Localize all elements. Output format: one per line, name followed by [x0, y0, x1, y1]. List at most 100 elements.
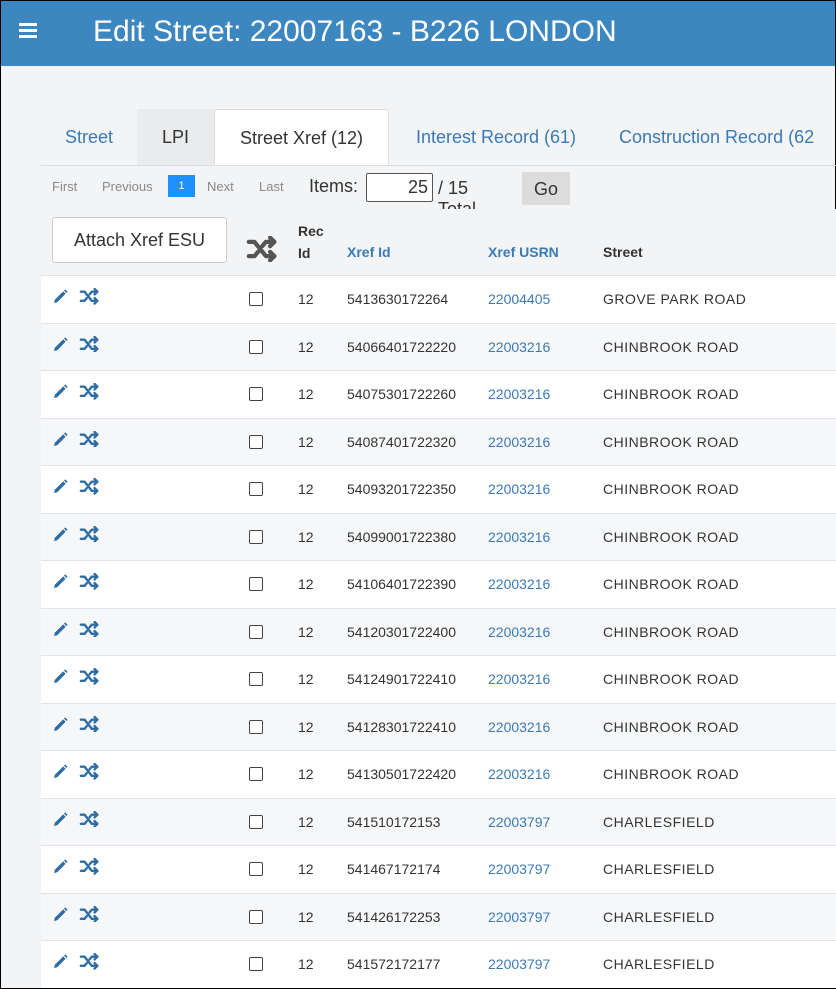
edit-pencil-icon[interactable]: [51, 478, 69, 496]
xref-usrn-link[interactable]: 22003797: [488, 846, 550, 892]
hamburger-menu-icon[interactable]: [19, 23, 39, 41]
row-checkbox[interactable]: [249, 624, 263, 639]
tab-street[interactable]: Street: [41, 109, 137, 165]
street-cell: CHARLESFIELD: [603, 813, 715, 830]
xref-id-cell: 54130501722420: [347, 766, 457, 782]
row-checkbox[interactable]: [249, 387, 263, 401]
pager-next[interactable]: Next: [207, 179, 234, 194]
row-checkbox[interactable]: [249, 719, 263, 734]
pager-last[interactable]: Last: [259, 179, 284, 194]
shuffle-icon[interactable]: [79, 667, 101, 686]
row-checkbox[interactable]: [249, 529, 263, 544]
street-cell: CHINBROOK ROAD: [603, 576, 740, 592]
shuffle-icon[interactable]: [79, 430, 101, 449]
edit-pencil-icon[interactable]: [51, 953, 69, 971]
pager-first[interactable]: First: [52, 179, 77, 194]
xref-usrn-link[interactable]: 22003216: [488, 751, 550, 797]
edit-pencil-icon[interactable]: [51, 383, 69, 401]
shuffle-icon[interactable]: [246, 236, 280, 262]
rec-id-cell: 12: [298, 481, 314, 497]
shuffle-icon[interactable]: [79, 810, 101, 829]
shuffle-icon[interactable]: [79, 857, 101, 876]
row-checkbox[interactable]: [249, 482, 263, 496]
xref-id-cell: 54124901722410: [347, 671, 457, 687]
edit-pencil-icon[interactable]: [51, 668, 69, 686]
table-row: 12 541467172174 22003797 CHARLESFIELD: [41, 845, 836, 893]
shuffle-icon[interactable]: [79, 525, 101, 544]
row-checkbox[interactable]: [249, 957, 263, 971]
row-checkbox[interactable]: [249, 862, 263, 876]
xref-id-cell: 541426172253: [347, 908, 441, 925]
shuffle-icon[interactable]: [79, 715, 101, 734]
xref-usrn-link[interactable]: 22003216: [488, 561, 550, 607]
table-row: 12 54128301722410 22003216 CHINBROOK ROAD: [41, 702, 836, 750]
rec-id-cell: 12: [298, 576, 314, 592]
shuffle-icon[interactable]: [79, 335, 101, 354]
row-checkbox[interactable]: [249, 767, 263, 781]
xref-usrn-link[interactable]: 22003797: [488, 894, 550, 940]
table-row: 12 54093201722350 22003216 CHINBROOK ROAD: [41, 465, 836, 513]
shuffle-icon[interactable]: [79, 620, 101, 639]
row-checkbox[interactable]: [249, 672, 263, 686]
tab-lpi[interactable]: LPI: [137, 109, 214, 165]
tab-construction-record[interactable]: Construction Record (62: [619, 109, 836, 165]
shuffle-icon[interactable]: [79, 762, 101, 781]
xref-usrn-link[interactable]: 22003216: [488, 514, 550, 560]
tab-street-xref[interactable]: Street Xref (12): [214, 109, 389, 165]
edit-pencil-icon[interactable]: [51, 906, 69, 924]
edit-pencil-icon[interactable]: [51, 763, 69, 781]
row-checkbox[interactable]: [249, 909, 263, 924]
col-street: Street: [603, 244, 643, 260]
xref-usrn-link[interactable]: 22003216: [488, 324, 550, 370]
xref-usrn-link[interactable]: 22003216: [488, 371, 550, 417]
row-checkbox[interactable]: [249, 814, 263, 829]
edit-pencil-icon[interactable]: [51, 811, 69, 829]
row-checkbox[interactable]: [249, 434, 263, 449]
edit-pencil-icon[interactable]: [51, 858, 69, 876]
rec-id-cell: 12: [298, 433, 314, 450]
shuffle-icon[interactable]: [79, 287, 101, 306]
col-xref-usrn[interactable]: Xref USRN: [488, 244, 559, 260]
xref-id-cell: 54128301722410: [347, 718, 457, 735]
table-row: 12 54099001722380 22003216 CHINBROOK ROAD: [41, 512, 836, 560]
shuffle-icon[interactable]: [79, 572, 101, 591]
items-label: Items:: [309, 176, 359, 196]
items-per-page-input[interactable]: [366, 173, 433, 202]
xref-usrn-link[interactable]: 22003797: [488, 941, 550, 987]
edit-pencil-icon[interactable]: [51, 716, 69, 734]
edit-pencil-icon[interactable]: [51, 526, 69, 544]
pager-page-current[interactable]: 1: [168, 175, 195, 197]
shuffle-icon[interactable]: [79, 905, 101, 924]
row-checkbox[interactable]: [249, 292, 263, 306]
shuffle-icon[interactable]: [79, 952, 101, 971]
row-checkbox[interactable]: [249, 577, 263, 591]
edit-pencil-icon[interactable]: [51, 621, 69, 639]
street-cell: CHINBROOK ROAD: [603, 528, 740, 545]
shuffle-icon[interactable]: [79, 382, 101, 401]
attach-xref-esu-button[interactable]: Attach Xref ESU: [52, 217, 227, 263]
edit-pencil-icon[interactable]: [51, 336, 69, 354]
rec-id-cell: 12: [298, 908, 314, 925]
xref-usrn-link[interactable]: 22003216: [488, 466, 550, 512]
xref-id-cell: 54120301722400: [347, 623, 457, 640]
col-rec-id-line1: Rec: [298, 223, 324, 239]
xref-usrn-link[interactable]: 22003216: [488, 419, 550, 465]
edit-pencil-icon[interactable]: [51, 573, 69, 591]
edit-pencil-icon[interactable]: [51, 431, 69, 449]
rec-id-cell: 12: [298, 623, 314, 640]
tab-interest-record[interactable]: Interest Record (61): [401, 109, 591, 165]
table-row: 12 54130501722420 22003216 CHINBROOK ROAD: [41, 750, 836, 798]
xref-usrn-link[interactable]: 22003216: [488, 656, 550, 702]
xref-usrn-link[interactable]: 22004405: [488, 276, 550, 322]
xref-usrn-link[interactable]: 22003797: [488, 799, 550, 845]
street-cell: CHARLESFIELD: [603, 908, 715, 925]
edit-pencil-icon[interactable]: [51, 288, 69, 306]
col-xref-id[interactable]: Xref Id: [347, 244, 391, 260]
row-checkbox[interactable]: [249, 339, 263, 354]
go-button[interactable]: Go: [522, 172, 570, 205]
shuffle-icon[interactable]: [79, 477, 101, 496]
pager-previous[interactable]: Previous: [102, 179, 153, 194]
street-cell: CHARLESFIELD: [603, 861, 715, 877]
xref-usrn-link[interactable]: 22003216: [488, 609, 550, 655]
xref-usrn-link[interactable]: 22003216: [488, 704, 550, 750]
